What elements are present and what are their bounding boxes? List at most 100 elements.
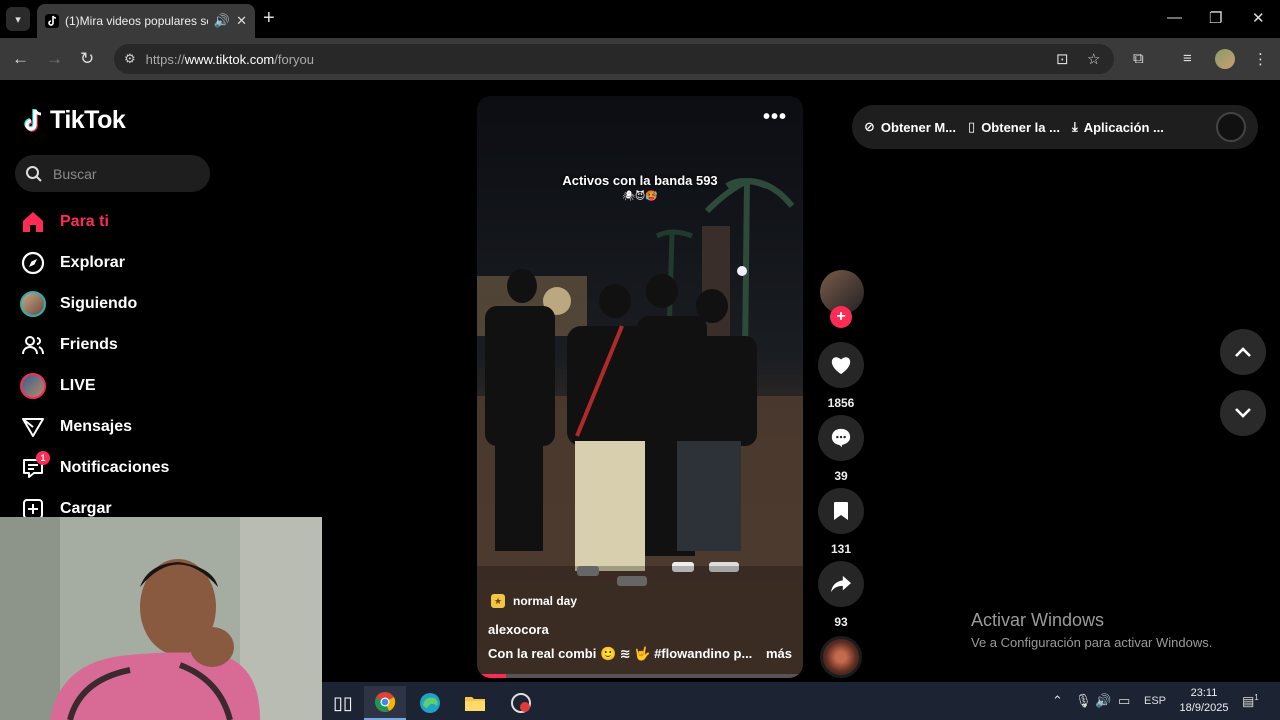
windows-taskbar: ▯▯ ⌃ 🎙 🔊 ▭ ESP 23:11 18/9/2025 ▤1 [322, 682, 1280, 720]
comment-count: 39 [834, 469, 848, 483]
save-count: 131 [830, 542, 852, 556]
bookmark-icon[interactable] [818, 488, 864, 534]
more-link[interactable]: más [766, 646, 792, 662]
get-app-bar: ⊘ Obtener M... ▯ Obtener la ... ⤓ Aplica… [852, 105, 1258, 149]
browser-tab-bar: ▾ (1)Mira videos populares se 🔊 ✕ + — ❐ … [0, 0, 1280, 38]
music-thumbnail-icon: ★ [491, 594, 505, 608]
music-label[interactable]: ★ normal day [491, 594, 577, 608]
site-settings-icon[interactable]: ⚙ [124, 51, 136, 67]
friends-icon [20, 332, 46, 358]
get-app-label: Obtener la ... [981, 119, 1060, 135]
sidebar-item-mensajes[interactable]: Mensajes [20, 414, 132, 440]
coin-icon: ⊘ [864, 119, 875, 134]
video-progress-bar[interactable] [477, 674, 803, 678]
video-more-options-icon[interactable]: ••• [763, 106, 787, 129]
browser-menu-icon[interactable]: ⋮ [1253, 50, 1268, 68]
previous-video-button[interactable] [1220, 329, 1266, 375]
sidebar-item-explorar[interactable]: Explorar [20, 250, 125, 276]
extensions-icon[interactable]: ⧉ [1133, 50, 1144, 67]
search-placeholder: Buscar [53, 165, 97, 182]
like-count: 1856 [827, 396, 855, 410]
save-action[interactable]: 131 [818, 488, 864, 556]
new-tab-button[interactable]: + [263, 8, 275, 28]
chrome-taskbar-icon[interactable] [364, 686, 406, 720]
heart-icon[interactable] [818, 342, 864, 388]
minimize-button[interactable]: — [1167, 9, 1182, 26]
media-controls-icon[interactable]: ≡ [1183, 50, 1192, 67]
like-action[interactable]: 1856 [818, 342, 864, 410]
microphone-icon[interactable]: 🎙 [1075, 693, 1092, 709]
sidebar-item-live[interactable]: LIVE [20, 373, 96, 399]
video-author[interactable]: alexocora [488, 622, 549, 637]
url-prefix: https:// [145, 51, 185, 67]
video-player[interactable]: ••• Activos con la banda 593 🕷😈🥵 ★ norma… [477, 96, 803, 678]
tiktok-logo[interactable]: TikTok [22, 106, 126, 135]
url-host: www.tiktok.com [184, 51, 275, 67]
system-clock[interactable]: 23:11 18/9/2025 [1174, 686, 1234, 716]
user-profile-avatar[interactable] [1216, 112, 1246, 142]
music-disc-icon[interactable] [820, 636, 862, 678]
profile-avatar[interactable] [1215, 49, 1235, 69]
comment-action[interactable]: 39 [818, 415, 864, 483]
following-avatar [20, 291, 46, 317]
sidebar-item-label: Mensajes [60, 418, 133, 435]
tab-close-icon[interactable]: ✕ [236, 13, 247, 29]
recording-app-icon[interactable] [500, 686, 542, 720]
action-center-icon[interactable]: ▤1 [1242, 693, 1259, 709]
get-coins-button[interactable]: ⊘ Obtener M... [864, 119, 956, 135]
reload-button[interactable]: ↻ [80, 49, 94, 69]
tab-search-button[interactable]: ▾ [6, 7, 30, 31]
restore-button[interactable]: ❐ [1209, 9, 1222, 27]
edge-taskbar-icon[interactable] [409, 686, 451, 720]
watermark-subtitle: Ve a Configuración para activar Windows. [971, 635, 1213, 650]
sidebar-item-siguiendo[interactable]: Siguiendo [20, 291, 137, 317]
comment-icon[interactable] [818, 415, 864, 461]
action-center-count: 1 [1254, 693, 1259, 702]
browser-tab[interactable]: (1)Mira videos populares se 🔊 ✕ [37, 4, 255, 38]
chevron-down-icon [1235, 408, 1251, 418]
share-icon[interactable] [818, 561, 864, 607]
description-text: Con la real combi 🙂 ≋ 🤟 #flowandino p... [488, 646, 753, 661]
webcam-overlay [0, 517, 322, 720]
webcam-feed-image [0, 517, 322, 720]
watermark-title: Activar Windows [971, 610, 1105, 630]
download-app-button[interactable]: ⤓ Aplicación ... [1072, 119, 1164, 135]
clock-time: 23:11 [1190, 687, 1218, 699]
task-view-icon[interactable]: ▯▯ [322, 686, 364, 720]
clock-date: 18/9/2025 [1179, 702, 1229, 714]
tiktok-favicon-icon [45, 14, 59, 28]
download-icon: ⤓ [1071, 119, 1078, 134]
windows-activation-watermark: Activar Windows Ve a Configuración para … [971, 610, 1212, 650]
search-input[interactable]: Buscar [15, 155, 210, 192]
sidebar-item-label: Friends [60, 336, 118, 353]
sidebar-item-label: Siguiendo [60, 295, 138, 312]
back-button[interactable]: ← [12, 49, 29, 69]
get-coins-label: Obtener M... [880, 119, 957, 135]
video-description: Con la real combi 🙂 ≋ 🤟 #flowandino p...… [488, 646, 792, 662]
sidebar-item-notificaciones[interactable]: 1 Notificaciones [20, 451, 169, 481]
get-app-button[interactable]: ▯ Obtener la ... [968, 119, 1060, 135]
follow-button[interactable]: + [830, 306, 852, 328]
file-explorer-icon[interactable] [454, 686, 496, 720]
next-video-button[interactable] [1220, 390, 1266, 436]
forward-button[interactable]: → [46, 49, 63, 69]
show-hidden-icons[interactable]: ⌃ [1052, 693, 1063, 709]
language-indicator[interactable]: ESP [1144, 695, 1166, 707]
volume-icon[interactable]: 🔊 [1095, 693, 1111, 709]
chevron-up-icon [1235, 347, 1251, 357]
sidebar-item-label: Explorar [60, 254, 125, 271]
video-overlay-text: Activos con la banda 593 [562, 173, 718, 188]
sidebar-item-para-ti[interactable]: Para ti [20, 209, 109, 235]
bookmark-star-icon[interactable]: ☆ [1087, 50, 1100, 68]
sidebar-item-friends[interactable]: Friends [20, 332, 118, 358]
share-action[interactable]: 93 [818, 561, 864, 629]
live-avatar [20, 373, 46, 399]
sidebar-item-label: LIVE [60, 377, 96, 394]
tab-audio-icon[interactable]: 🔊 [214, 13, 230, 29]
network-icon[interactable]: ▭ [1118, 693, 1130, 709]
install-app-icon[interactable]: ⊡ [1056, 50, 1069, 68]
address-bar[interactable]: ⚙ https://www.tiktok.com/foryou [114, 44, 1114, 74]
notification-icon: 1 [20, 451, 50, 481]
window-close-button[interactable]: ✕ [1252, 9, 1265, 27]
download-app-label: Aplicación ... [1083, 119, 1164, 135]
